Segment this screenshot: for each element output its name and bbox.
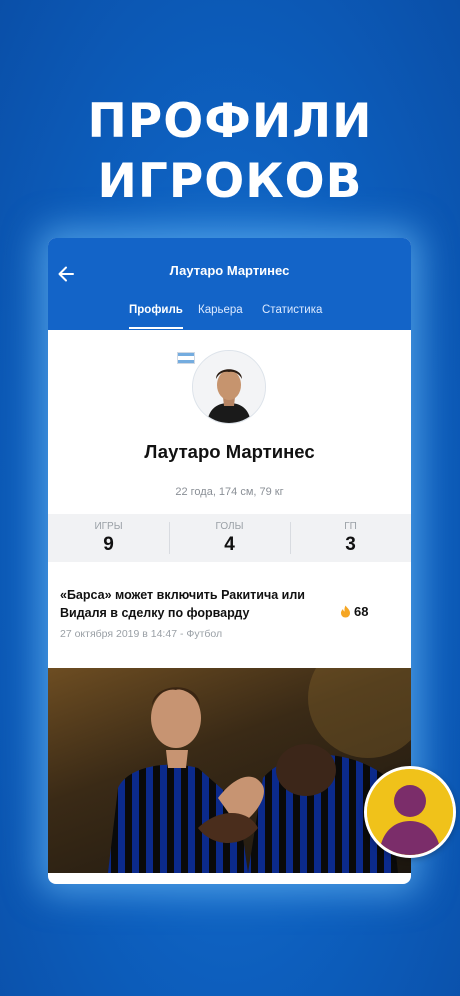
user-avatar-button[interactable] bbox=[364, 766, 456, 858]
stat-value: 4 bbox=[224, 534, 235, 555]
tab-profile[interactable]: Профиль bbox=[129, 304, 183, 316]
player-avatar bbox=[192, 350, 266, 424]
heat-count: 68 bbox=[354, 604, 369, 619]
promo-title: ПРОФИЛИ ИГРОКОВ bbox=[0, 92, 460, 212]
stat-label: ГП bbox=[344, 521, 357, 532]
news-item[interactable]: «Барса» может включить Ракитича или Вида… bbox=[48, 572, 411, 646]
player-stats: ИГРЫ 9 ГОЛЫ 4 ГП 3 bbox=[48, 514, 411, 562]
stat-label: ИГРЫ bbox=[94, 521, 123, 532]
stat-assists: ГП 3 bbox=[290, 514, 411, 562]
player-photo bbox=[193, 351, 265, 423]
stat-value: 9 bbox=[103, 534, 114, 555]
profile-tabs: Профиль Карьера Статистика bbox=[48, 302, 411, 330]
player-name: Лаутаро Мартинес bbox=[144, 441, 315, 462]
stat-games: ИГРЫ 9 bbox=[48, 514, 169, 562]
news-heat: 68 bbox=[340, 604, 368, 619]
tab-statistics[interactable]: Статистика bbox=[262, 304, 322, 316]
stat-goals: ГОЛЫ 4 bbox=[169, 514, 290, 562]
player-meta: 22 года, 174 см, 79 кг bbox=[175, 486, 284, 498]
tab-career[interactable]: Карьера bbox=[198, 304, 243, 316]
phone-screen: Лаутаро Мартинес Профиль Карьера Статист… bbox=[48, 238, 411, 884]
news-title: «Барса» может включить Ракитича или Вида… bbox=[60, 588, 305, 620]
news-image bbox=[108, 668, 411, 873]
stat-value: 3 bbox=[345, 534, 356, 555]
active-tab-indicator bbox=[129, 327, 183, 329]
news-date: 27 октября 2019 в 14:47 - Футбол bbox=[60, 628, 223, 640]
argentina-flag-icon bbox=[177, 352, 195, 364]
header-title: Лаутаро Мартинес bbox=[169, 263, 290, 278]
promo-title-line-1: ПРОФИЛИ bbox=[87, 94, 373, 149]
stat-label: ГОЛЫ bbox=[215, 521, 244, 532]
news-photo[interactable] bbox=[48, 668, 411, 873]
promo-title-line-2: ИГРОКОВ bbox=[97, 154, 363, 209]
user-silhouette-icon bbox=[367, 769, 453, 855]
fire-icon bbox=[341, 605, 350, 618]
app-header: Лаутаро Мартинес Профиль Карьера Статист… bbox=[48, 238, 411, 330]
